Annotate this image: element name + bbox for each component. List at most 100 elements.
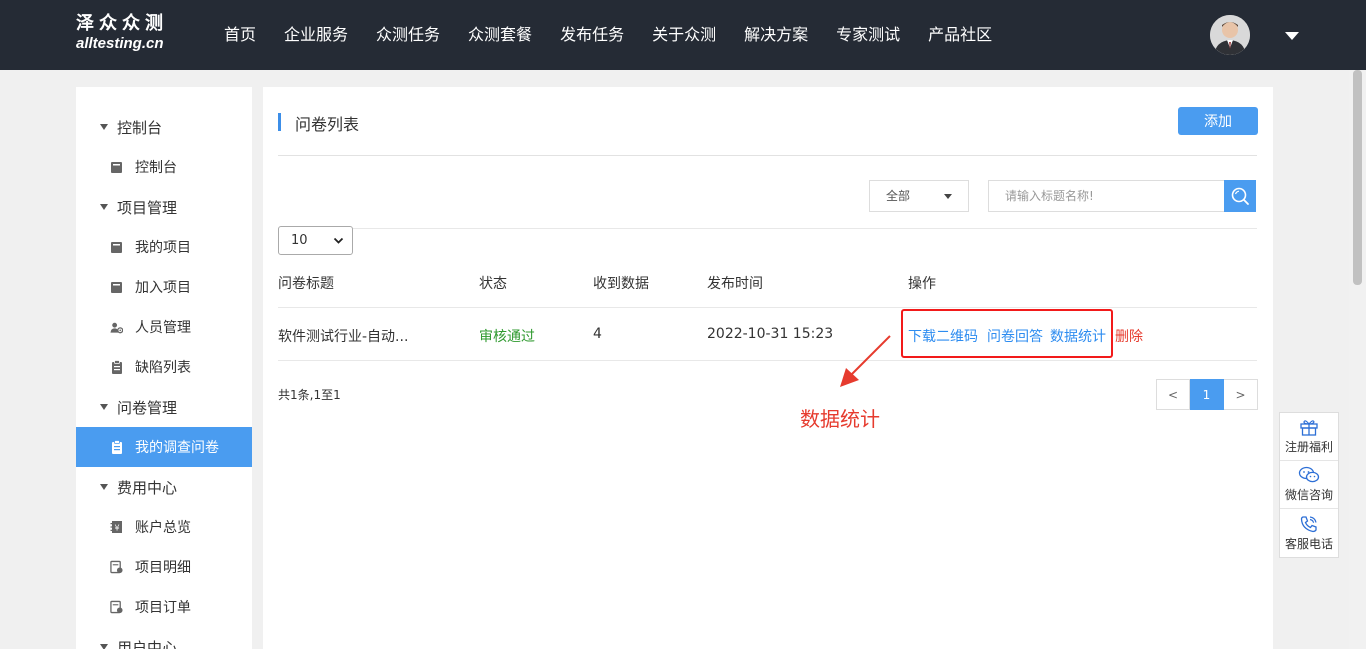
status-filter-value: 全部 xyxy=(886,189,911,203)
main-panel: 问卷列表 添加 全部 10 问卷标题 状态 收到数据 发布时间 操作 软件测试行… xyxy=(263,87,1273,649)
sidebar-group-user-center[interactable]: 用户中心 xyxy=(76,627,252,649)
book-icon xyxy=(110,160,123,174)
sidebar-item-label: 我的项目 xyxy=(135,240,191,256)
sidebar-item-label: 项目明细 xyxy=(135,560,191,576)
annotation-label: 数据统计 xyxy=(800,407,880,431)
page-scrollbar[interactable] xyxy=(1349,70,1366,649)
user-avatar[interactable] xyxy=(1210,15,1250,55)
column-header-published: 发布时间 xyxy=(707,276,763,292)
sidebar-item-defect-list[interactable]: 缺陷列表 xyxy=(76,347,252,387)
chevron-down-icon xyxy=(333,237,344,244)
nav-community[interactable]: 产品社区 xyxy=(914,0,1006,70)
top-navbar: 泽众众测 alltesting.cn 首页 企业服务 众测任务 众测套餐 发布任… xyxy=(0,0,1366,70)
sidebar-group-label: 项目管理 xyxy=(117,198,178,217)
triangle-down-icon xyxy=(100,484,108,490)
triangle-down-icon xyxy=(100,204,108,210)
page-size-value: 10 xyxy=(291,233,308,248)
wechat-icon xyxy=(1298,466,1320,483)
delete-link[interactable]: 删除 xyxy=(1115,326,1143,346)
divider xyxy=(278,155,1257,156)
sidebar-item-project-details[interactable]: 项目明细 xyxy=(76,547,252,587)
main-nav: 首页 企业服务 众测任务 众测套餐 发布任务 关于众测 解决方案 专家测试 产品… xyxy=(210,0,1006,70)
column-header-actions: 操作 xyxy=(908,276,936,292)
cell-received-count: 4 xyxy=(593,326,602,342)
sidebar-group-label: 问卷管理 xyxy=(117,398,178,417)
svg-text:¥: ¥ xyxy=(114,524,119,533)
sidebar-item-staff-management[interactable]: 人员管理 xyxy=(76,307,252,347)
clipboard-icon xyxy=(110,440,123,454)
column-header-status: 状态 xyxy=(479,276,507,292)
divider xyxy=(278,228,1257,229)
cell-status-badge: 审核通过 xyxy=(479,329,535,345)
divider xyxy=(278,307,1257,308)
search-button[interactable] xyxy=(1224,180,1256,212)
sidebar-group-label: 费用中心 xyxy=(117,478,178,497)
nav-solutions[interactable]: 解决方案 xyxy=(730,0,822,70)
sidebar-item-my-projects[interactable]: 我的项目 xyxy=(76,227,252,267)
triangle-down-icon xyxy=(100,644,108,649)
logo-en: alltesting.cn xyxy=(76,35,164,52)
gift-icon xyxy=(1300,420,1318,436)
sidebar-item-label: 控制台 xyxy=(135,160,177,176)
bill-icon xyxy=(110,560,123,574)
book-icon xyxy=(110,240,123,254)
sidebar-group-billing-center[interactable]: 费用中心 xyxy=(76,467,252,507)
ledger-icon: ¥ xyxy=(110,520,123,534)
site-logo[interactable]: 泽众众测 alltesting.cn xyxy=(76,14,168,54)
nav-packages[interactable]: 众测套餐 xyxy=(454,0,546,70)
highlight-box xyxy=(901,309,1113,358)
sidebar-group-console[interactable]: 控制台 xyxy=(76,107,252,147)
add-button[interactable]: 添加 xyxy=(1178,107,1258,135)
service-float-widget: 注册福利 微信咨询 客服电话 xyxy=(1279,412,1339,558)
next-page-button[interactable]: > xyxy=(1224,379,1258,410)
float-item-label: 客服电话 xyxy=(1284,536,1333,551)
nav-home[interactable]: 首页 xyxy=(210,0,270,70)
cell-survey-title: 软件测试行业-自动... xyxy=(278,329,409,345)
sidebar-item-label: 项目订单 xyxy=(135,600,191,616)
customer-service-phone-button[interactable]: 客服电话 xyxy=(1280,509,1338,557)
sidebar-group-survey-management[interactable]: 问卷管理 xyxy=(76,387,252,427)
annotation-arrow-icon xyxy=(840,335,891,387)
user-menu-caret-icon[interactable] xyxy=(1285,32,1299,40)
sidebar-item-join-project[interactable]: 加入项目 xyxy=(76,267,252,307)
users-gear-icon xyxy=(110,320,123,334)
sidebar-item-my-surveys[interactable]: 我的调查问卷 xyxy=(76,427,252,467)
float-item-label: 注册福利 xyxy=(1284,440,1333,454)
sidebar-group-label: 控制台 xyxy=(117,118,163,137)
status-filter-select[interactable]: 全部 xyxy=(869,180,969,212)
scrollbar-thumb[interactable] xyxy=(1353,70,1362,285)
sidebar-group-project-management[interactable]: 项目管理 xyxy=(76,187,252,227)
search-icon xyxy=(1231,187,1249,205)
pagination-summary: 共1条,1至1 xyxy=(278,388,341,402)
nav-publish-task[interactable]: 发布任务 xyxy=(546,0,638,70)
page-title: 问卷列表 xyxy=(295,115,360,134)
prev-page-button[interactable]: < xyxy=(1156,379,1190,410)
page-button-current[interactable]: 1 xyxy=(1190,379,1224,410)
logo-cn: 泽众众测 xyxy=(76,13,168,34)
caret-down-icon xyxy=(944,194,952,199)
title-accent-bar xyxy=(278,113,281,131)
nav-expert-testing[interactable]: 专家测试 xyxy=(822,0,914,70)
page-size-select[interactable]: 10 xyxy=(278,226,353,255)
cell-publish-time: 2022-10-31 15:23 xyxy=(707,326,834,342)
triangle-down-icon xyxy=(100,404,108,410)
sidebar-item-label: 我的调查问卷 xyxy=(135,440,219,456)
triangle-down-icon xyxy=(100,124,108,130)
pagination: < 1 > xyxy=(1156,379,1258,410)
nav-enterprise-service[interactable]: 企业服务 xyxy=(270,0,362,70)
nav-about[interactable]: 关于众测 xyxy=(638,0,730,70)
wechat-consult-button[interactable]: 微信咨询 xyxy=(1280,461,1338,509)
sidebar-item-label: 账户总览 xyxy=(135,520,191,536)
sidebar-item-account-overview[interactable]: ¥ 账户总览 xyxy=(76,507,252,547)
column-header-title: 问卷标题 xyxy=(278,276,334,292)
clipboard-icon xyxy=(110,360,123,374)
nav-crowdtest-tasks[interactable]: 众测任务 xyxy=(362,0,454,70)
column-header-received: 收到数据 xyxy=(593,276,649,292)
bill-icon xyxy=(110,600,123,614)
search-input[interactable] xyxy=(988,180,1224,212)
sidebar-item-label: 人员管理 xyxy=(135,320,191,336)
divider xyxy=(278,360,1257,361)
sidebar-item-project-orders[interactable]: 项目订单 xyxy=(76,587,252,627)
sidebar-item-console[interactable]: 控制台 xyxy=(76,147,252,187)
register-bonus-button[interactable]: 注册福利 xyxy=(1280,413,1338,461)
